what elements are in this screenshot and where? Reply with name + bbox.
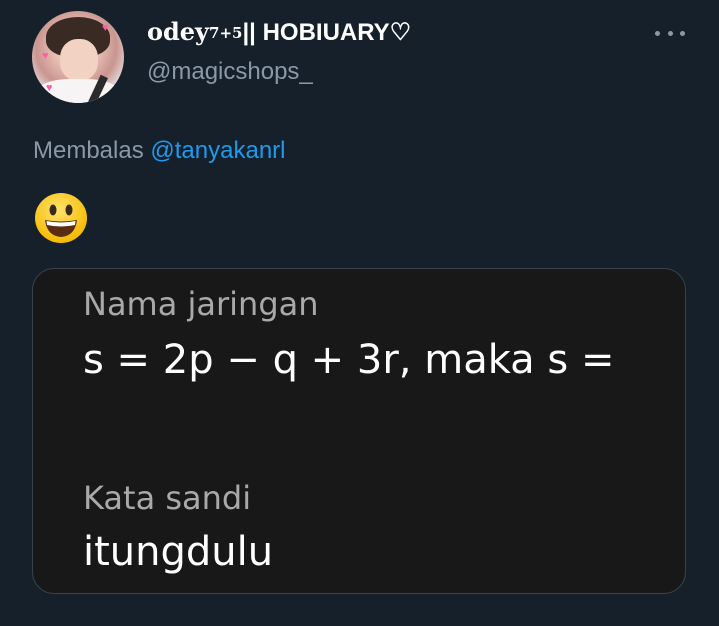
more-dot (667, 30, 673, 36)
display-name-styled: odey (147, 17, 210, 46)
reply-context: Membalas @tanyakanrl (33, 137, 285, 165)
grinning-face-emoji-icon (35, 193, 87, 243)
more-dot (680, 30, 685, 36)
heart-icon: ♥ (46, 82, 53, 94)
reply-prefix: Membalas (33, 137, 144, 164)
heart-icon: ♥ (102, 22, 109, 34)
password-value: itungdulu (83, 529, 274, 575)
avatar-face (60, 39, 98, 81)
display-name-superscript: 7+5 (209, 24, 243, 42)
more-dot (655, 30, 660, 36)
display-name-rest: || HOBIUARY♡ (242, 19, 412, 46)
user-handle[interactable]: @magicshops_ (147, 58, 313, 86)
tweet-media-image[interactable]: Nama jaringan s = 2p − q + 3r, maka s = … (32, 268, 686, 594)
heart-icon: ♥ (42, 50, 49, 62)
reply-mention-link[interactable]: @tanyakanrl (150, 137, 285, 164)
password-label: Kata sandi (83, 479, 252, 517)
network-name-value: s = 2p − q + 3r, maka s = (83, 337, 615, 383)
more-horizontal-icon[interactable] (655, 26, 685, 40)
network-name-label: Nama jaringan (83, 285, 319, 323)
avatar[interactable]: ♥ ♥ ♥ (32, 11, 124, 103)
display-name[interactable]: odey 7+5 || HOBIUARY♡ (147, 17, 411, 51)
